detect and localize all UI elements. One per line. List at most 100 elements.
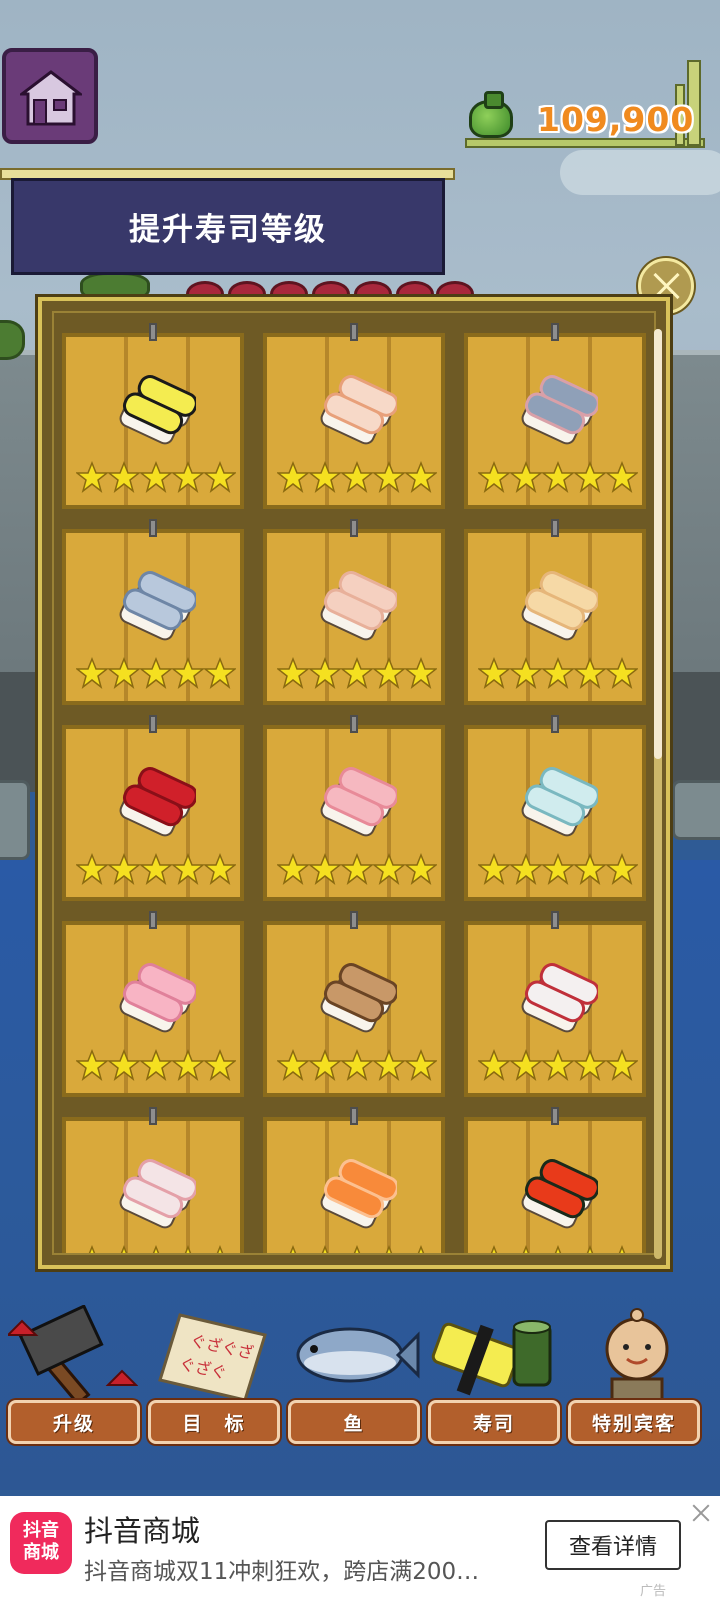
hanger-hook [149,519,157,537]
hanger-hook [350,715,358,733]
sushi-card-salmon[interactable] [263,1107,445,1253]
star-icon [172,657,204,689]
sushi-icon [320,1159,397,1229]
ad-logo: 抖音 商城 [10,1512,72,1574]
sushi-icon [119,1159,196,1229]
star-icon [606,1049,638,1081]
star-icon [478,657,510,689]
star-icon [184,1245,192,1253]
star-icon [88,1245,96,1253]
star-icon [277,853,309,885]
star-rating [478,657,638,691]
star-icon [321,1245,329,1253]
star-icon [277,1049,309,1081]
hanger-hook [350,519,358,537]
star-icon [216,1245,224,1253]
menu-label: 鱼 [343,1412,365,1435]
upgrade-tab[interactable]: 升级 [8,1400,140,1444]
guest-icon [605,1308,669,1405]
star-icon [542,461,574,493]
scroll-thumb[interactable] [654,329,662,759]
sushi-tab[interactable]: 寿司 [428,1400,560,1444]
sushi-icon [521,1159,598,1229]
star-icon [204,461,236,493]
bamboo-rail [465,138,705,148]
sushi-card-ikura[interactable] [464,1107,646,1253]
star-icon [353,1245,361,1253]
sushi-card-engawa[interactable] [464,519,646,705]
hanger-hook [551,715,559,733]
sushi-card-saba[interactable] [62,519,244,705]
star-icon [373,657,405,689]
star-icon [108,657,140,689]
star-icon [172,1049,204,1081]
star-icon [108,1049,140,1081]
star-icon [405,853,437,885]
star-icon [309,853,341,885]
star-rating [76,1049,236,1083]
star-rating [277,853,437,887]
star-icon [478,461,510,493]
sushi-list[interactable] [52,311,656,1255]
star-icon [341,657,373,689]
star-icon [618,1245,626,1253]
scrollbar[interactable] [654,329,662,1259]
star-icon [574,461,606,493]
star-icon [522,1245,530,1253]
fish-tab[interactable]: 鱼 [288,1400,420,1444]
sushi-card-tamago[interactable] [62,323,244,509]
sushi-card-unagi[interactable] [263,911,445,1097]
sushi-card-kanpachi[interactable] [62,1107,244,1253]
hanger-hook [350,323,358,341]
target-tab[interactable]: 目 标 [148,1400,280,1444]
star-icon [478,1049,510,1081]
star-icon [76,461,108,493]
sushi-card-hirame[interactable] [464,715,646,901]
sushi-card-tai[interactable] [62,911,244,1097]
star-icon [510,461,542,493]
money-amount: 109,900 [537,100,695,139]
star-icon [542,1049,574,1081]
money-bag-icon [469,91,513,138]
sushi-card-hotate[interactable] [263,519,445,705]
rock [672,780,720,840]
hanger-hook [551,911,559,929]
star-icon [373,853,405,885]
title-banner: 提升寿司等级 [11,178,445,275]
star-icon [542,853,574,885]
ad-banner[interactable]: 抖音 商城 抖音商城 抖音商城双11冲刺狂欢，跨店满200… 查看详情 广告 [0,1496,720,1600]
star-rating [277,461,437,495]
hanger-hook [551,1107,559,1125]
star-icon [510,853,542,885]
sushi-card-tako[interactable] [464,911,646,1097]
ad-tag: 广告 [640,1584,667,1599]
sushi-card-hamachi[interactable] [263,715,445,901]
star-icon [172,461,204,493]
star-icon [385,1245,393,1253]
star-icon [417,1245,425,1253]
hanger-hook [149,715,157,733]
hanger-hook [350,911,358,929]
star-icon [586,1245,594,1253]
star-icon [606,461,638,493]
hammer-icon [8,1305,138,1405]
ad-details-button[interactable]: 查看详情 [545,1520,681,1570]
home-button[interactable] [2,48,98,144]
star-icon [554,1245,562,1253]
ad-close-button[interactable] [690,1502,712,1524]
star-icon [574,1049,606,1081]
star-icon [140,1049,172,1081]
sushi-icon [119,375,196,445]
sushi-card-maguro[interactable] [62,715,244,901]
sushi-card-shrimp[interactable] [263,323,445,509]
hanger-hook [551,519,559,537]
house-icon [20,70,82,126]
star-rating [277,657,437,691]
star-icon [606,657,638,689]
star-icon [606,853,638,885]
sushi-upgrade-panel [38,297,670,1269]
star-icon [510,657,542,689]
sushi-icon [119,963,196,1033]
special-guest-tab[interactable]: 特别宾客 [568,1400,700,1444]
sushi-card-aji[interactable] [464,323,646,509]
